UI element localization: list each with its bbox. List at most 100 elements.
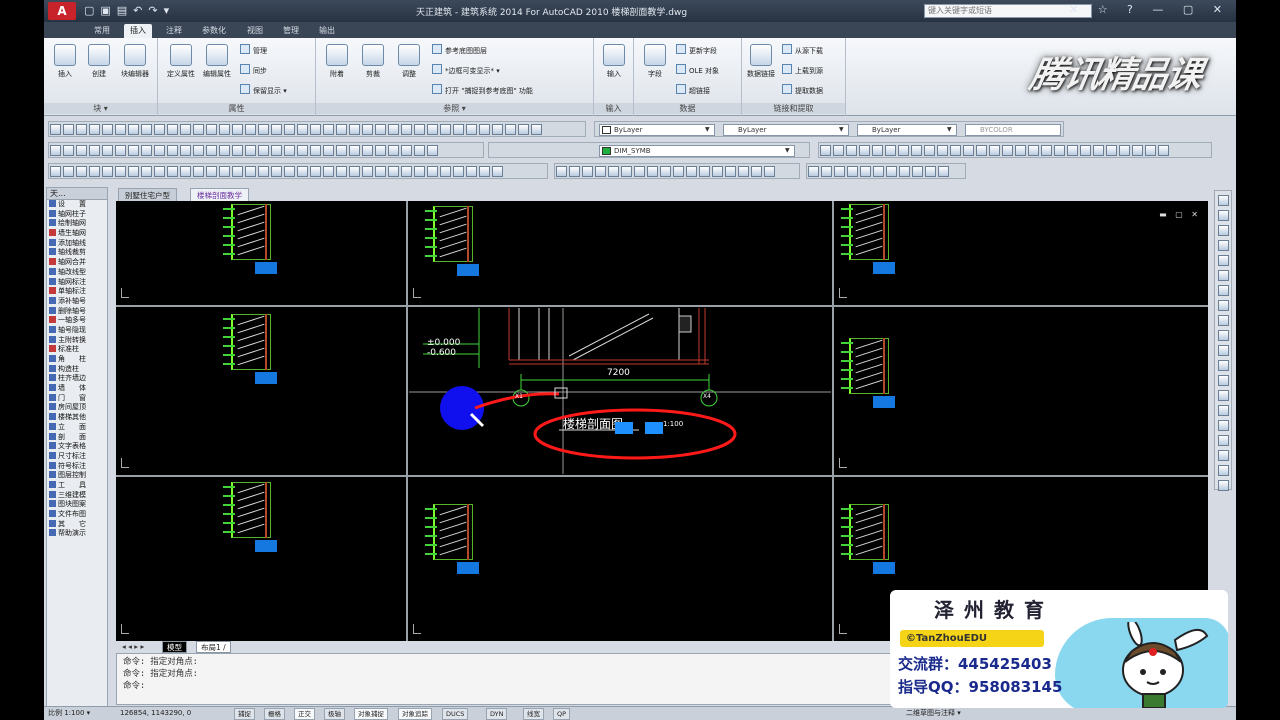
ribbon-tab[interactable]: 视图	[241, 24, 269, 38]
draw-tool-icon[interactable]	[1217, 285, 1229, 296]
tool-icon[interactable]	[1028, 145, 1039, 156]
layout1-tab[interactable]: 布局1 /	[196, 641, 231, 653]
menu-item[interactable]: 符号标注	[47, 462, 107, 472]
tool-icon[interactable]	[937, 145, 948, 156]
tool-icon[interactable]	[938, 166, 949, 177]
viewport[interactable]	[407, 476, 833, 641]
status-toggle[interactable]: 极轴	[324, 708, 345, 720]
draw-tool-icon[interactable]	[1217, 375, 1229, 386]
menu-item[interactable]: 图层控制	[47, 471, 107, 481]
tool-icon[interactable]	[492, 166, 503, 177]
tool-icon[interactable]	[808, 166, 819, 177]
tool-icon[interactable]	[833, 145, 844, 156]
search-input[interactable]: 键入关键字或短语	[924, 4, 1092, 18]
tool-icon[interactable]	[154, 166, 165, 177]
tool-icon[interactable]	[89, 166, 100, 177]
tool-icon[interactable]	[388, 124, 399, 135]
tool-icon[interactable]	[89, 124, 100, 135]
tool-icon[interactable]	[297, 124, 308, 135]
tool-icon[interactable]	[336, 124, 347, 135]
tool-icon[interactable]	[1093, 145, 1104, 156]
menu-item[interactable]: 删除轴号	[47, 307, 107, 317]
doc-tab-villa[interactable]: 别墅住宅户型	[118, 188, 177, 201]
draw-tool-icon[interactable]	[1217, 480, 1229, 491]
tool-icon[interactable]	[518, 124, 529, 135]
tool-icon[interactable]	[1015, 145, 1026, 156]
tool-icon[interactable]	[860, 166, 871, 177]
tool-icon[interactable]	[846, 145, 857, 156]
tool-icon[interactable]	[76, 124, 87, 135]
plotstyle-combo[interactable]: BYCOLOR	[965, 124, 1061, 136]
menu-item[interactable]: 文件布图	[47, 510, 107, 520]
draw-tool-icon[interactable]	[1217, 330, 1229, 341]
tool-icon[interactable]	[245, 166, 256, 177]
ribbon-tab[interactable]: 插入	[124, 24, 152, 38]
tool-icon[interactable]	[180, 166, 191, 177]
tool-icon[interactable]	[375, 124, 386, 135]
tool-icon[interactable]	[154, 124, 165, 135]
tool-icon[interactable]	[950, 145, 961, 156]
insert-block-button[interactable]: 插入	[50, 44, 80, 79]
tool-icon[interactable]	[232, 145, 243, 156]
tool-icon[interactable]	[349, 124, 360, 135]
menu-item[interactable]: 房间屋顶	[47, 403, 107, 413]
ribbon-tab[interactable]: 管理	[277, 24, 305, 38]
tool-icon[interactable]	[115, 145, 126, 156]
tool-icon[interactable]	[128, 124, 139, 135]
tool-icon[interactable]	[414, 166, 425, 177]
viewport[interactable]	[116, 201, 407, 306]
tool-icon[interactable]	[1132, 145, 1143, 156]
tool-icon[interactable]	[193, 124, 204, 135]
menu-item[interactable]: 角 柱	[47, 355, 107, 365]
command-window[interactable]: 命令: 指定对角点: 命令: 指定对角点: 命令:	[116, 653, 936, 705]
menu-item[interactable]: 帮助演示	[47, 529, 107, 539]
draw-tool-icon[interactable]	[1217, 405, 1229, 416]
tool-icon[interactable]	[232, 166, 243, 177]
menu-item[interactable]: 三维建模	[47, 491, 107, 501]
status-toggle[interactable]: QP	[553, 708, 571, 720]
tool-icon[interactable]	[167, 166, 178, 177]
grip-handle[interactable]	[255, 372, 277, 384]
tool-icon[interactable]	[1002, 145, 1013, 156]
status-toggle[interactable]: 对象捕捉	[354, 708, 388, 720]
tool-icon[interactable]	[912, 166, 923, 177]
status-toggle[interactable]: 捕捉	[234, 708, 255, 720]
tool-icon[interactable]	[898, 145, 909, 156]
tool-icon[interactable]	[859, 145, 870, 156]
viewport[interactable]	[833, 306, 1208, 476]
field-button[interactable]: 字段	[640, 44, 670, 79]
status-toggle[interactable]: 对象追踪	[398, 708, 432, 720]
grip-handle[interactable]	[873, 562, 895, 574]
tool-icon[interactable]	[414, 124, 425, 135]
tool-icon[interactable]	[414, 145, 425, 156]
tool-icon[interactable]	[284, 124, 295, 135]
download-source-link[interactable]: 从源下载	[782, 44, 823, 56]
tool-icon[interactable]	[1145, 145, 1156, 156]
frame-display-link[interactable]: *边框可变显示* ▾	[432, 64, 500, 76]
draw-tool-icon[interactable]	[1217, 225, 1229, 236]
tool-icon[interactable]	[764, 166, 775, 177]
draw-tool-icon[interactable]	[1217, 195, 1229, 206]
tool-icon[interactable]	[258, 124, 269, 135]
menu-item[interactable]: 轴网合并	[47, 258, 107, 268]
tool-icon[interactable]	[180, 124, 191, 135]
tool-icon[interactable]	[556, 166, 567, 177]
tool-icon[interactable]	[258, 145, 269, 156]
tool-icon[interactable]	[50, 145, 61, 156]
draw-tool-icon[interactable]	[1217, 450, 1229, 461]
tool-icon[interactable]	[362, 166, 373, 177]
hyperlink-link[interactable]: 超链接	[676, 84, 710, 96]
tool-icon[interactable]	[141, 145, 152, 156]
menu-item[interactable]: 立 面	[47, 423, 107, 433]
viewport[interactable]: ▬ ▢ ✕	[833, 201, 1208, 306]
menu-item[interactable]: 主附转换	[47, 336, 107, 346]
import-button[interactable]: 输入	[599, 44, 629, 79]
tool-icon[interactable]	[50, 166, 61, 177]
menu-item[interactable]: 楼梯其他	[47, 413, 107, 423]
doc-tab-stair-section[interactable]: 楼梯剖面教学	[190, 188, 249, 201]
section-title-text[interactable]: 楼梯剖面图	[563, 415, 623, 432]
viewport-controls[interactable]: ▬ ▢ ✕	[1159, 210, 1201, 219]
tool-icon[interactable]	[466, 124, 477, 135]
menu-item[interactable]: 图块图案	[47, 500, 107, 510]
tool-icon[interactable]	[621, 166, 632, 177]
